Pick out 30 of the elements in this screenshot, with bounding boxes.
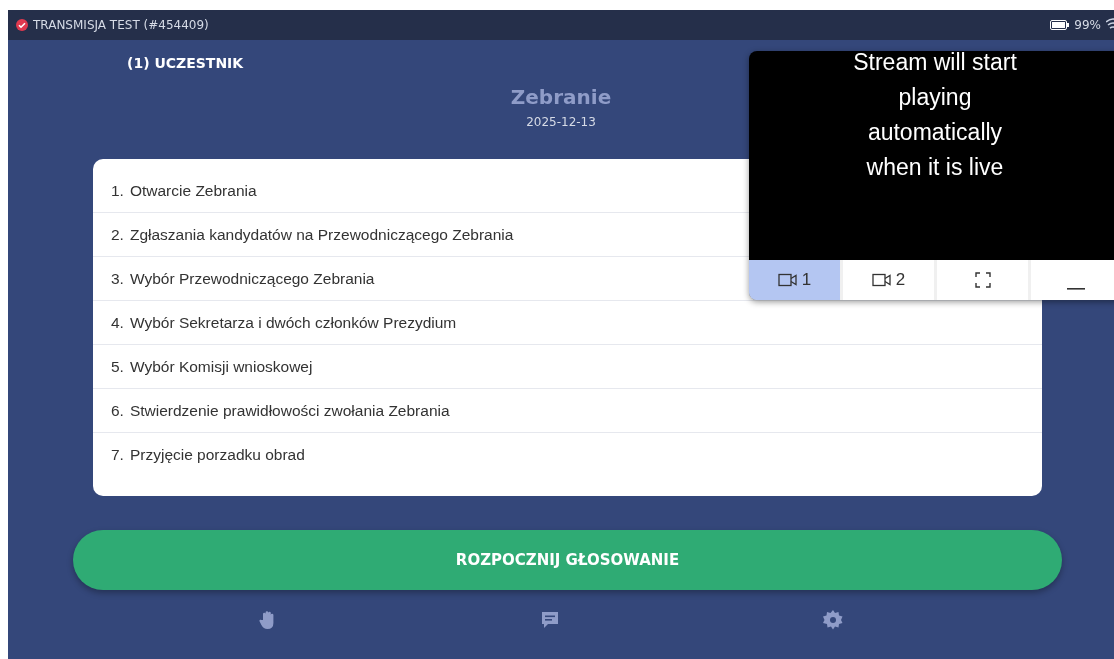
item-number: 2. xyxy=(111,225,124,244)
camera-button[interactable]: 2 xyxy=(843,260,934,300)
check-icon xyxy=(16,19,28,31)
item-number: 6. xyxy=(111,401,124,420)
agenda-item: Wybór Komisji wnioskowej xyxy=(129,357,313,376)
agenda-item: Zgłaszania kandydatów na Przewodniczącego Zebrania xyxy=(129,225,514,244)
item-number: 5. xyxy=(111,357,124,376)
minimize-icon xyxy=(1067,288,1085,290)
item-number: 7. xyxy=(111,445,124,464)
battery-level: 99% xyxy=(1074,18,1101,32)
item-number: 3. xyxy=(111,269,124,288)
battery-icon xyxy=(1050,20,1070,30)
camera-icon xyxy=(871,273,892,287)
meeting-date: 2025-12-13 xyxy=(526,115,596,129)
item-number: 1. xyxy=(111,181,124,200)
stream-message: Stream will start playing automatically when it is live xyxy=(852,51,1018,182)
participant-count: (1) UCZESTNIK xyxy=(127,54,244,71)
agenda-item: Wybór Sekretarza i dwóch członków Prezydium xyxy=(129,313,457,332)
agenda-item: Wybór Przewodniczącego Zebrania xyxy=(129,269,375,288)
agenda-item: Stwierdzenie prawidłowości zwołania Zebrania xyxy=(129,401,450,420)
stream-title: TRANSMISJA TEST (#454409) xyxy=(33,18,209,32)
camera-icon xyxy=(777,273,798,287)
agenda-item: Przyjęcie porzadku obrad xyxy=(129,445,305,464)
agenda-item: Otwarcie Zebrania xyxy=(129,181,257,200)
settings-icon[interactable] xyxy=(822,610,843,630)
item-number: 4. xyxy=(111,313,124,332)
fullscreen-icon xyxy=(974,272,991,288)
chat-icon[interactable] xyxy=(540,610,560,630)
camera-button[interactable]: 1 xyxy=(749,260,840,300)
meeting-title: Zebranie xyxy=(510,85,612,109)
